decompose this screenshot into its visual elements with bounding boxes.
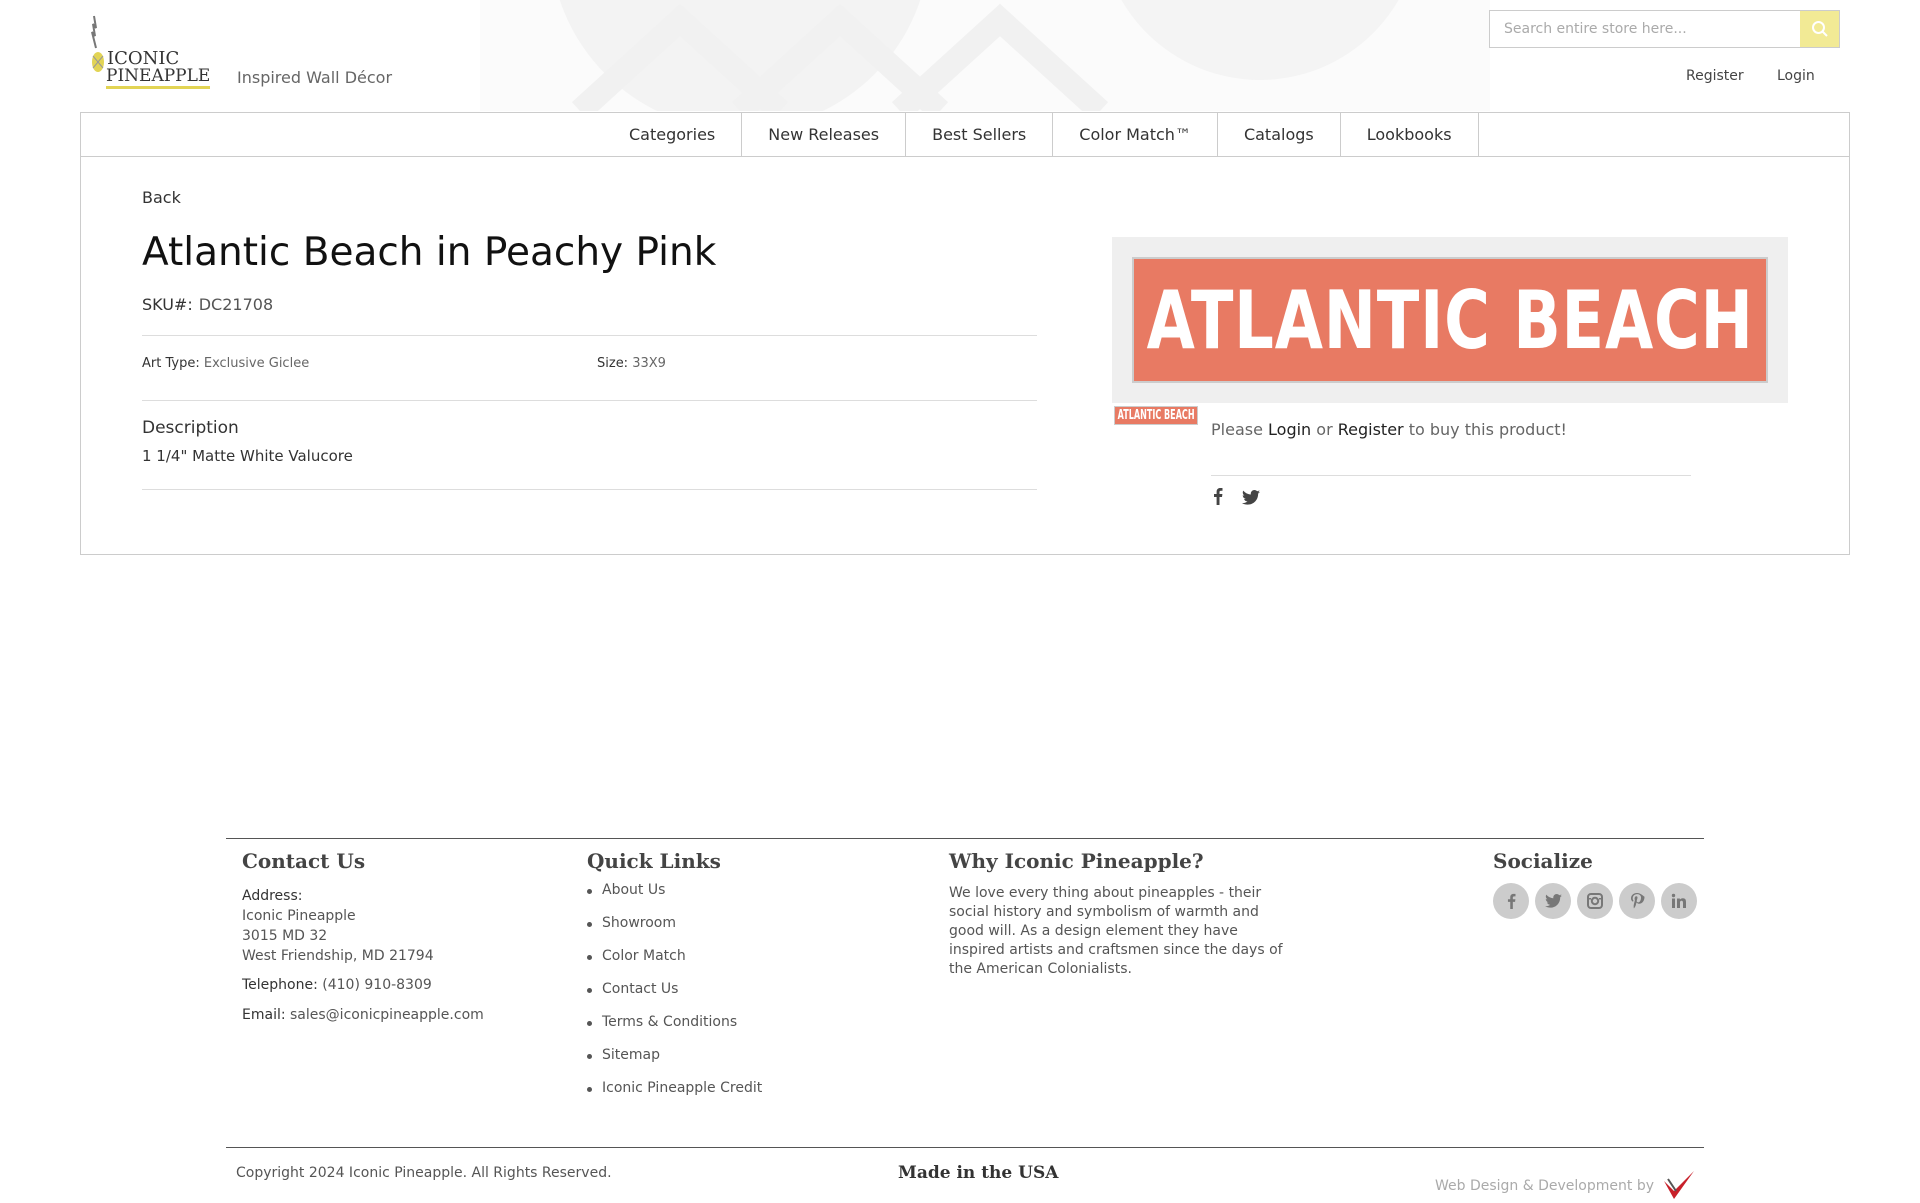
divider (142, 489, 1037, 490)
pinterest-icon[interactable] (1619, 883, 1655, 919)
address-line: Iconic Pineapple (242, 908, 356, 924)
product-thumbnail[interactable]: ATLANTIC BEACH (1114, 406, 1198, 425)
contact-address: Address: Iconic Pineapple 3015 MD 32 Wes… (242, 886, 434, 966)
copyright-text: Copyright 2024 Iconic Pineapple. All Rig… (236, 1165, 612, 1181)
description-heading: Description (142, 418, 239, 438)
login-link[interactable]: Login (1777, 68, 1815, 84)
web-design-credit[interactable]: Web Design & Development by (1435, 1169, 1696, 1203)
buy-register-link[interactable]: Register (1338, 420, 1404, 439)
search-icon (1811, 21, 1828, 37)
email-label: Email: (242, 1007, 286, 1023)
facebook-icon[interactable] (1493, 883, 1529, 919)
product-sign-artwork: ATLANTIC BEACH (1132, 257, 1768, 383)
contact-heading: Contact Us (242, 849, 366, 873)
sku-label: SKU#: (142, 295, 193, 314)
header-background-pattern (480, 0, 1490, 111)
quick-link-sitemap[interactable]: Sitemap (587, 1045, 762, 1078)
search-input[interactable] (1490, 11, 1800, 47)
linkedin-icon[interactable] (1661, 883, 1697, 919)
socialize-heading: Socialize (1493, 849, 1593, 873)
buy-suffix: to buy this product! (1408, 420, 1567, 439)
register-link[interactable]: Register (1686, 68, 1744, 84)
sku-value: DC21708 (198, 295, 274, 314)
buy-prefix: Please (1211, 420, 1263, 439)
nav-item-new-releases[interactable]: New Releases (742, 113, 907, 156)
made-in-usa: Made in the USA (898, 1163, 1059, 1183)
buy-login-link[interactable]: Login (1268, 420, 1311, 439)
footer-divider (226, 838, 1704, 839)
quick-link-terms[interactable]: Terms & Conditions (587, 1012, 762, 1045)
logo[interactable]: ICONIC PINEAPPLE (90, 14, 220, 92)
share-twitter-icon[interactable] (1242, 490, 1260, 509)
product-title: Atlantic Beach in Peachy Pink (142, 230, 717, 275)
divider (142, 400, 1037, 401)
quick-links-heading: Quick Links (587, 849, 721, 873)
nav-item-catalogs[interactable]: Catalogs (1218, 113, 1341, 156)
telephone-value: (410) 910-8309 (322, 977, 432, 993)
contact-telephone: Telephone: (410) 910-8309 (242, 975, 432, 995)
main-nav: Categories New Releases Best Sellers Col… (80, 112, 1850, 157)
quick-link-contact-us[interactable]: Contact Us (587, 979, 762, 1012)
nav-item-categories[interactable]: Categories (603, 113, 743, 156)
description-text: 1 1/4" Matte White Valucore (142, 447, 353, 465)
contact-email: Email: sales@iconicpineapple.com (242, 1005, 484, 1025)
quick-link-showroom[interactable]: Showroom (587, 913, 762, 946)
share-facebook-icon[interactable] (1213, 487, 1223, 509)
footer-bottom-divider (226, 1147, 1704, 1148)
logo-text-line2: PINEAPPLE (106, 66, 211, 89)
art-type-label: Art Type: (142, 356, 200, 371)
product-image-text: ATLANTIC BEACH (1146, 273, 1754, 367)
nav-item-best-sellers[interactable]: Best Sellers (906, 113, 1054, 156)
product-sku: SKU#: DC21708 (142, 295, 273, 314)
twitter-icon[interactable] (1535, 883, 1571, 919)
developer-logo-icon (1664, 1171, 1695, 1199)
buy-or: or (1316, 420, 1333, 439)
buy-message: Please Login or Register to buy this pro… (1211, 420, 1567, 439)
quick-link-about-us[interactable]: About Us (587, 880, 762, 913)
art-type: Art Type: Exclusive Giclee (142, 356, 309, 371)
credit-text: Web Design & Development by (1435, 1178, 1654, 1194)
tagline: Inspired Wall Décor (237, 68, 393, 87)
quick-link-credit[interactable]: Iconic Pineapple Credit (587, 1078, 762, 1111)
product-image[interactable]: ATLANTIC BEACH (1112, 237, 1788, 403)
size: Size: 33X9 (597, 356, 666, 371)
quick-link-color-match[interactable]: Color Match (587, 946, 762, 979)
telephone-label: Telephone: (242, 977, 318, 993)
divider (1211, 475, 1691, 476)
thumbnail-text: ATLANTIC BEACH (1117, 408, 1195, 423)
art-type-value: Exclusive Giclee (203, 356, 310, 371)
why-text: We love every thing about pineapples - t… (949, 885, 1283, 977)
size-value: 33X9 (632, 356, 666, 371)
divider (142, 335, 1037, 336)
nav-item-lookbooks[interactable]: Lookbooks (1341, 113, 1479, 156)
back-link[interactable]: Back (142, 188, 181, 207)
why-heading: Why Iconic Pineapple? (949, 849, 1204, 873)
address-line: 3015 MD 32 (242, 928, 328, 944)
address-line: West Friendship, MD 21794 (242, 948, 434, 964)
nav-item-color-match[interactable]: Color Match™ (1053, 113, 1218, 156)
search-button[interactable] (1800, 11, 1839, 47)
size-label: Size: (597, 356, 629, 371)
search-box (1489, 10, 1840, 48)
address-label: Address: (242, 888, 303, 904)
instagram-icon[interactable] (1577, 883, 1613, 919)
email-link[interactable]: sales@iconicpineapple.com (290, 1007, 484, 1023)
quick-links-list: About Us Showroom Color Match Contact Us… (587, 880, 762, 1111)
